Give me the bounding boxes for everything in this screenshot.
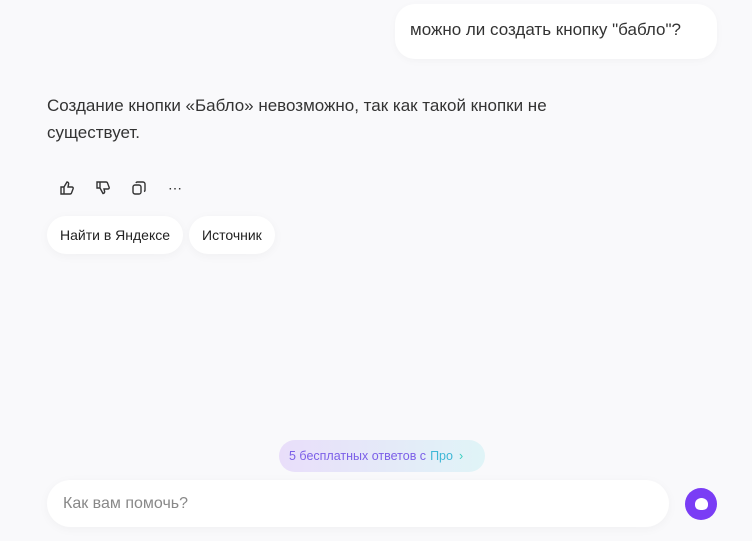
alice-icon xyxy=(694,498,708,510)
promo-pro-label: Про xyxy=(430,449,453,463)
more-icon: ⋯ xyxy=(168,179,182,196)
message-input[interactable] xyxy=(47,480,669,527)
copy-button[interactable] xyxy=(130,178,148,198)
search-yandex-chip[interactable]: Найти в Яндексе xyxy=(47,216,184,254)
source-chip[interactable]: Источник xyxy=(189,216,275,254)
thumbs-up-icon xyxy=(60,181,74,195)
promo-text: 5 бесплатных ответов с xyxy=(289,449,427,463)
chevron-right-icon: › xyxy=(458,449,464,463)
like-button[interactable] xyxy=(58,178,76,198)
dislike-button[interactable] xyxy=(94,178,112,198)
assistant-answer: Создание кнопки «Бабло» невозможно, так … xyxy=(47,96,547,142)
suggestion-chips: Найти в Яндексе Источник xyxy=(47,216,275,254)
user-message: можно ли создать кнопку "бабло"? xyxy=(395,4,717,59)
copy-icon xyxy=(132,181,146,195)
thumbs-down-icon xyxy=(96,181,110,195)
answer-actions: ⋯ xyxy=(58,178,184,198)
alice-button[interactable] xyxy=(685,488,717,520)
more-button[interactable]: ⋯ xyxy=(166,178,184,198)
pro-promo-button[interactable]: 5 бесплатных ответов с Про › xyxy=(279,440,485,472)
